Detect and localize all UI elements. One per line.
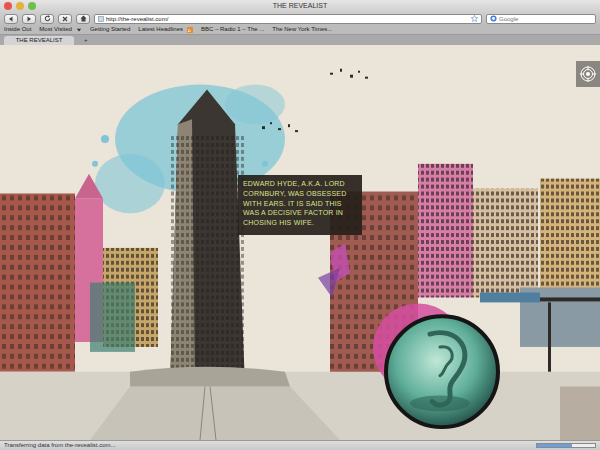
stop-button[interactable] [58, 14, 72, 24]
city-illustration [0, 45, 600, 440]
window-controls [4, 2, 36, 10]
bookmark-item[interactable]: Latest Headlines [138, 25, 193, 34]
reload-icon [44, 15, 51, 22]
google-icon [490, 15, 497, 22]
bookmark-label: The New York Times... [272, 25, 332, 34]
status-text: Transferring data from the-revealist.com… [4, 441, 528, 450]
bookmark-item[interactable]: Most Visited [39, 25, 82, 34]
star-icon[interactable] [471, 15, 478, 22]
bookmark-label: Most Visited [39, 25, 72, 34]
bookmark-label: Latest Headlines [138, 25, 183, 34]
search-input[interactable] [499, 15, 592, 23]
page-content: EDWARD HYDE, A.K.A. LORD CORNBURY, WAS O… [0, 45, 600, 440]
minimize-icon[interactable] [16, 2, 24, 10]
status-bar: Transferring data from the-revealist.com… [0, 440, 600, 450]
reload-button[interactable] [40, 14, 54, 24]
bookmark-item[interactable]: The New York Times... [272, 25, 332, 34]
back-button[interactable] [4, 14, 18, 24]
forward-icon [26, 16, 32, 22]
bookmark-label: Inside Out [4, 25, 31, 34]
home-button[interactable] [76, 14, 90, 24]
tab-bar: THE REVEALIST + [0, 35, 600, 45]
forward-button[interactable] [22, 14, 36, 24]
progress-fill [537, 444, 572, 447]
window-title: THE REVEALIST [273, 2, 327, 9]
toolbar: http://the-revealist.com/ [0, 12, 600, 25]
bookmarks-bar: Inside Out Most Visited Getting Started Lat… [0, 25, 600, 35]
zoom-icon[interactable] [28, 2, 36, 10]
fact-caption: EDWARD HYDE, A.K.A. LORD CORNBURY, WAS O… [238, 175, 362, 235]
bookmark-item[interactable]: Getting Started [90, 25, 130, 34]
url-field[interactable]: http://the-revealist.com/ [94, 14, 482, 24]
bookmark-label: Getting Started [90, 25, 130, 34]
stop-icon [62, 16, 68, 22]
new-tab-button[interactable]: + [78, 36, 94, 45]
feed-icon [187, 27, 193, 33]
logo-icon[interactable] [576, 61, 600, 87]
caret-icon [76, 27, 82, 33]
target-icon [580, 66, 596, 82]
url-text: http://the-revealist.com/ [106, 15, 469, 23]
progress-track [536, 443, 596, 448]
home-icon [80, 15, 87, 22]
bookmark-item[interactable]: BBC – Radio 1 – The ... [201, 25, 264, 34]
title-bar: THE REVEALIST [0, 0, 600, 12]
close-icon[interactable] [4, 2, 12, 10]
bookmark-item[interactable]: Inside Out [4, 25, 31, 34]
back-icon [8, 16, 14, 22]
browser-tab[interactable]: THE REVEALIST [4, 36, 74, 45]
site-icon [98, 16, 104, 22]
bookmark-label: BBC – Radio 1 – The ... [201, 25, 264, 34]
search-field[interactable] [486, 14, 596, 24]
